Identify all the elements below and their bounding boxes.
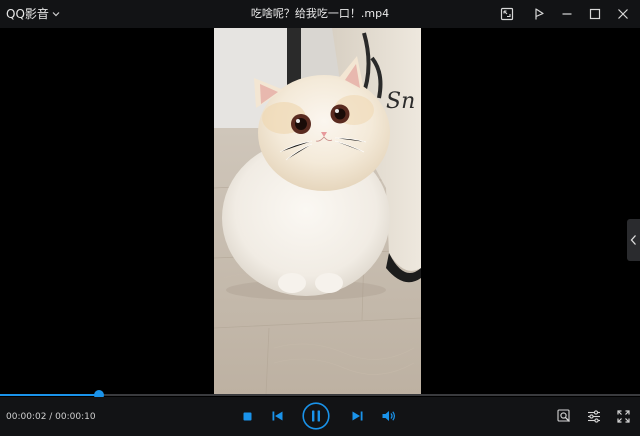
image-enhance-button[interactable] [556,408,572,424]
app-menu-button[interactable]: QQ影音 [6,6,60,22]
file-title: 吃啥呢？给我吃一口！.mp4 [250,7,390,20]
close-button[interactable] [613,4,633,24]
settings-button[interactable] [586,408,602,424]
progress-fill [0,394,100,396]
pause-button[interactable] [302,402,330,430]
video-area[interactable]: Sn [0,28,640,395]
control-bar: 00:00:02 / 00:00:10 [0,397,640,436]
side-panel-toggle[interactable] [627,219,640,261]
fullscreen-icon [616,409,630,423]
maximize-icon [589,8,601,20]
cat-video-frame: Sn [214,28,421,395]
pin-button[interactable] [529,4,549,24]
pin-icon [535,8,544,20]
title-bar: QQ影音 吃啥呢？给我吃一口！.mp4 [0,0,640,28]
fullscreen-button[interactable] [615,408,631,424]
screenshot-icon [500,7,514,21]
stop-button[interactable] [240,409,254,423]
maximize-button[interactable] [585,4,605,24]
chevron-left-icon [630,235,636,245]
screenshot-button[interactable] [497,4,517,24]
minimize-button[interactable] [557,4,577,24]
svg-text:Sn: Sn [386,89,415,114]
equalizer-settings-icon [588,409,600,423]
skip-next-icon [352,411,362,421]
app-name: QQ影音 [6,7,49,21]
skip-previous-icon [272,411,282,421]
time-display: 00:00:02 / 00:00:10 [6,412,96,422]
chevron-down-icon [52,12,60,17]
stop-icon [243,412,251,420]
image-search-icon [557,409,570,422]
close-icon [618,9,628,19]
pause-icon [302,402,330,430]
volume-icon [382,411,395,421]
previous-button[interactable] [270,409,284,423]
minimize-icon [562,13,572,15]
volume-button[interactable] [381,409,397,423]
video-frame[interactable]: Sn [214,28,421,395]
next-button[interactable] [350,409,364,423]
